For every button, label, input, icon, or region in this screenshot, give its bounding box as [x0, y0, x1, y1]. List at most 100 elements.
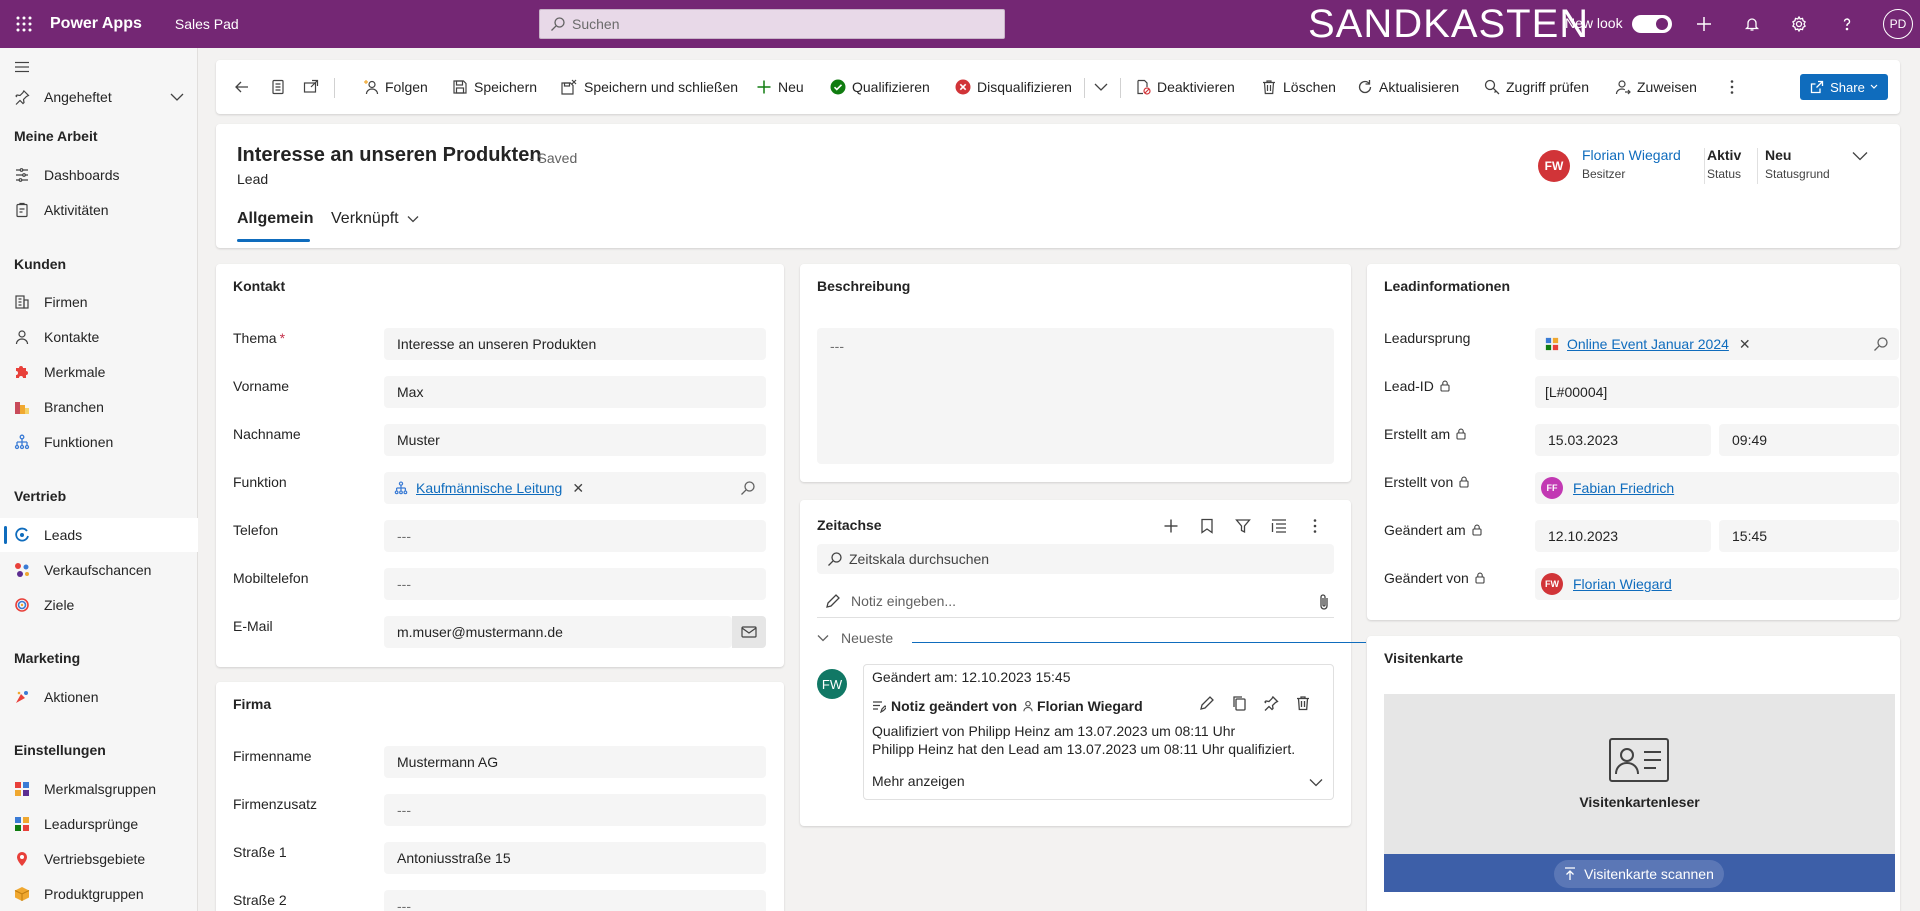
- email-input[interactable]: m.muser@mustermann.de: [384, 616, 732, 648]
- telefon-input[interactable]: ---: [384, 520, 766, 552]
- nachname-input[interactable]: Muster: [384, 424, 766, 456]
- timeline-bookmark-button[interactable]: [1195, 514, 1219, 538]
- search-icon[interactable]: [1873, 336, 1889, 352]
- scan-business-card-button[interactable]: Visitenkarte scannen: [1554, 860, 1724, 888]
- firmenzusatz-input[interactable]: ---: [384, 794, 766, 826]
- check-access-button[interactable]: Zugriff prüfen: [1484, 74, 1589, 100]
- nachname-field: Nachname Muster: [216, 424, 784, 458]
- notifications-button[interactable]: [1740, 12, 1764, 36]
- power-apps-title[interactable]: Power Apps: [50, 15, 142, 33]
- sidebar-item-dashboards[interactable]: Dashboards: [0, 158, 198, 192]
- post-delete-button[interactable]: [1295, 695, 1311, 711]
- settings-button[interactable]: [1787, 12, 1811, 36]
- add-button[interactable]: [1692, 12, 1716, 36]
- app-name[interactable]: Sales Pad: [175, 16, 239, 32]
- header-expand-button[interactable]: [1852, 150, 1868, 162]
- pin-icon: [1264, 696, 1279, 711]
- timeline-post[interactable]: Geändert am: 12.10.2023 15:45 Notiz geän…: [863, 664, 1334, 800]
- chevron-down-icon[interactable]: [1309, 778, 1323, 787]
- qualify-button[interactable]: Qualifizieren: [830, 74, 930, 100]
- post-copy-button[interactable]: [1231, 695, 1247, 711]
- show-more-link[interactable]: Mehr anzeigen: [872, 773, 965, 789]
- sidebar-item-firmen[interactable]: Firmen: [0, 285, 198, 319]
- funktion-lookup[interactable]: Kaufmännische Leitung ✕: [384, 472, 766, 504]
- new-button[interactable]: Neu: [756, 74, 804, 100]
- search-icon[interactable]: [740, 480, 756, 496]
- remove-lookup-button[interactable]: ✕: [572, 480, 584, 497]
- form-view-button[interactable]: [270, 74, 286, 100]
- user-avatar[interactable]: PD: [1883, 9, 1913, 39]
- owner-link[interactable]: Florian Wiegard: [1582, 147, 1681, 163]
- more-commands-button[interactable]: [1724, 74, 1740, 100]
- sidebar-item-verkaufschancen[interactable]: Verkaufschancen: [0, 553, 198, 587]
- business-card-reader[interactable]: Visitenkartenleser: [1384, 694, 1895, 854]
- save-and-close-button[interactable]: Speichern und schließen: [560, 74, 738, 100]
- sidebar-item-kontakte[interactable]: Kontakte: [0, 320, 198, 354]
- note-input[interactable]: Notiz eingeben...: [817, 584, 1334, 618]
- beschreibung-textarea[interactable]: ---: [817, 328, 1334, 464]
- tab-verknupft[interactable]: Verknüpft: [331, 210, 419, 228]
- erstellt-von-link[interactable]: Fabian Friedrich: [1573, 480, 1674, 496]
- save-button[interactable]: Speichern: [452, 74, 537, 100]
- back-button[interactable]: [234, 74, 250, 100]
- refresh-button[interactable]: Aktualisieren: [1357, 74, 1459, 100]
- sidebar-item-branchen[interactable]: Branchen: [0, 390, 198, 424]
- tab-allgemein[interactable]: Allgemein: [237, 210, 313, 228]
- timeline-filter-button[interactable]: [1231, 514, 1255, 538]
- thema-input[interactable]: Interesse an unseren Produkten: [384, 328, 766, 360]
- app-launcher-button[interactable]: [0, 0, 48, 48]
- sidebar-item-ziele[interactable]: Ziele: [0, 588, 198, 622]
- share-button[interactable]: Share: [1800, 74, 1888, 100]
- remove-lookup-button[interactable]: ✕: [1739, 336, 1751, 353]
- newest-group-toggle[interactable]: Neueste: [817, 630, 893, 646]
- timeline-sort-button[interactable]: [1267, 514, 1291, 538]
- deactivate-button[interactable]: Deaktivieren: [1135, 74, 1235, 100]
- strasse2-input[interactable]: ---: [384, 890, 766, 911]
- sidebar-item-produktgruppen[interactable]: Produktgruppen: [0, 877, 198, 911]
- sidebar-item-funktionen[interactable]: Funktionen: [0, 425, 198, 459]
- sidebar-item-leadursprunge[interactable]: Leadursprünge: [0, 807, 198, 841]
- field-label-text: Geändert am: [1384, 522, 1466, 538]
- assign-button[interactable]: Zuweisen: [1615, 74, 1697, 100]
- disqualify-button[interactable]: Disqualifizieren: [955, 74, 1072, 100]
- sidebar-item-label: Funktionen: [44, 434, 114, 450]
- sidebar-item-vertriebsgebiete[interactable]: Vertriebsgebiete: [0, 842, 198, 876]
- field-label: Erstellt am: [1384, 426, 1466, 442]
- timeline-search-input[interactable]: Zeitskala durchsuchen: [817, 544, 1334, 574]
- section-title: Firma: [233, 696, 272, 712]
- open-new-window-button[interactable]: [303, 74, 319, 100]
- new-look-toggle[interactable]: [1632, 15, 1672, 33]
- strasse1-input[interactable]: Antoniusstraße 15: [384, 842, 766, 874]
- attachment-icon[interactable]: [1318, 593, 1330, 611]
- record-header: Interesse an unseren Produkten - Saved L…: [216, 124, 1900, 248]
- sidebar-item-merkmale[interactable]: Merkmale: [0, 355, 198, 389]
- geandert-von-link[interactable]: Florian Wiegard: [1573, 576, 1672, 592]
- sidebar-item-merkmalsgruppen[interactable]: Merkmalsgruppen: [0, 772, 198, 806]
- timeline-more-button[interactable]: [1303, 514, 1327, 538]
- funktion-link[interactable]: Kaufmännische Leitung: [416, 480, 562, 496]
- sidebar-collapse-button[interactable]: [0, 50, 198, 84]
- sidebar-item-pinned[interactable]: Angeheftet: [0, 80, 198, 114]
- timeline-add-button[interactable]: [1159, 514, 1183, 538]
- sidebar-item-activities[interactable]: Aktivitäten: [0, 193, 198, 227]
- firmenname-input[interactable]: Mustermann AG: [384, 746, 766, 778]
- more-qualify-options-button[interactable]: [1094, 74, 1108, 100]
- leadursprung-lookup[interactable]: Online Event Januar 2024 ✕: [1535, 328, 1899, 360]
- filter-icon: [1235, 519, 1251, 534]
- help-button[interactable]: [1835, 12, 1859, 36]
- sidebar-item-leads[interactable]: Leads: [0, 518, 198, 552]
- sidebar-item-aktionen[interactable]: Aktionen: [0, 680, 198, 714]
- follow-button[interactable]: Folgen: [363, 74, 428, 100]
- vorname-input[interactable]: Max: [384, 376, 766, 408]
- post-author[interactable]: Florian Wiegard: [1037, 698, 1143, 714]
- groups-icon: [15, 782, 29, 796]
- sidebar-group-title: Meine Arbeit: [14, 128, 98, 144]
- source-icon: [1545, 337, 1559, 351]
- post-edit-button[interactable]: [1199, 695, 1215, 711]
- global-search-input[interactable]: Suchen: [539, 9, 1005, 39]
- leadursprung-link[interactable]: Online Event Januar 2024: [1567, 336, 1729, 352]
- post-pin-button[interactable]: [1263, 695, 1279, 711]
- mobiltelefon-input[interactable]: ---: [384, 568, 766, 600]
- delete-button[interactable]: Löschen: [1261, 74, 1336, 100]
- send-email-button[interactable]: [732, 616, 766, 648]
